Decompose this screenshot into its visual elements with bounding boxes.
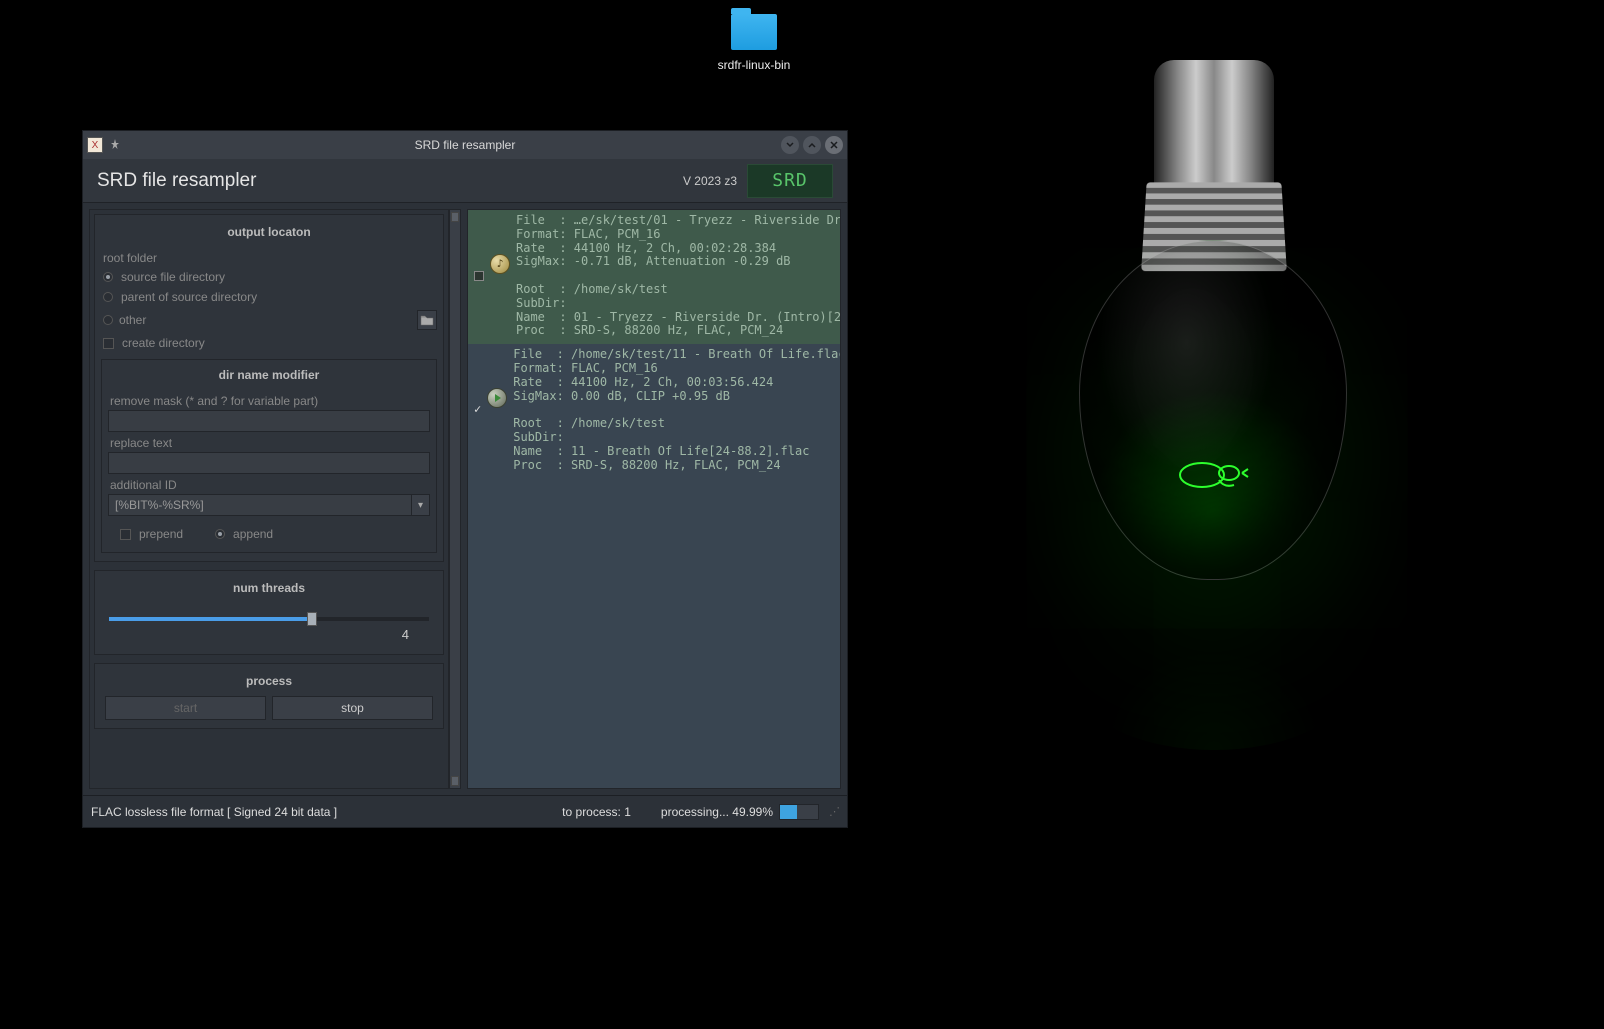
window-title: SRD file resampler [83, 138, 847, 152]
checkbox-prepend[interactable]: prepend [118, 524, 183, 544]
window-app-icon: X [87, 137, 103, 153]
window-titlebar[interactable]: X SRD file resampler [83, 131, 847, 159]
app-title: SRD file resampler [97, 170, 256, 192]
additional-id-dropdown-button[interactable]: ▾ [412, 494, 430, 516]
radio-source-file-directory[interactable]: source file directory [101, 267, 437, 287]
desktop-folder-label: srdfr-linux-bin [714, 58, 794, 72]
status-progress-bar [779, 804, 819, 820]
window-close-button[interactable] [825, 136, 843, 154]
status-bar: FLAC lossless file format [ Signed 24 bi… [83, 795, 847, 827]
radio-parent-of-source[interactable]: parent of source directory [101, 287, 437, 307]
radio-icon [103, 272, 113, 282]
app-logo: SRD [747, 164, 833, 198]
process-header: process [101, 670, 437, 696]
checkbox-icon [103, 338, 114, 349]
track-row[interactable]: ✓ File : /home/sk/test/11 - Breath Of Lif… [468, 344, 840, 478]
root-folder-label: root folder [101, 247, 437, 267]
desktop-folder-srdfr[interactable]: srdfr-linux-bin [714, 14, 794, 72]
status-to-process-value: 1 [624, 805, 631, 819]
play-icon [487, 388, 507, 408]
pin-icon[interactable] [109, 138, 121, 153]
track-text: File : …e/sk/test/01 - Tryezz - Riversid… [516, 214, 841, 338]
replace-text-label: replace text [108, 432, 430, 452]
replace-text-input[interactable] [108, 452, 430, 474]
num-threads-panel: num threads 4 [94, 570, 444, 655]
status-processing-label: processing... [661, 805, 729, 819]
output-location-header: output locaton [101, 221, 437, 247]
left-settings-panel: output locaton root folder source file d… [89, 209, 449, 789]
additional-id-input[interactable] [108, 494, 412, 516]
browse-folder-button[interactable] [417, 310, 437, 330]
radio-icon [215, 529, 225, 539]
status-processing-percent: 49.99% [732, 805, 773, 819]
start-button[interactable]: start [105, 696, 266, 720]
remove-mask-label: remove mask (* and ? for variable part) [108, 390, 430, 410]
dir-name-modifier-panel: dir name modifier remove mask (* and ? f… [101, 359, 437, 553]
track-text: File : /home/sk/test/11 - Breath Of Life… [513, 348, 841, 472]
threads-slider[interactable] [109, 617, 429, 621]
folder-icon [731, 14, 777, 50]
status-format-info: FLAC lossless file format [ Signed 24 bi… [91, 805, 337, 819]
process-panel: process start stop [94, 663, 444, 729]
track-checkmark-icon: ✓ [474, 348, 481, 472]
app-window: X SRD file resampler SRD file resampler … [82, 130, 848, 828]
output-location-panel: output locaton root folder source file d… [94, 214, 444, 562]
checkbox-create-directory[interactable]: create directory [101, 333, 437, 353]
app-version: V 2023 z3 [683, 174, 737, 188]
radio-icon [103, 315, 113, 325]
window-minimize-button[interactable] [781, 136, 799, 154]
additional-id-label: additional ID [108, 474, 430, 494]
left-panel-scrollbar[interactable] [449, 209, 461, 789]
status-to-process-label: to process: [562, 805, 621, 819]
remove-mask-input[interactable] [108, 410, 430, 432]
track-list: ♪ File : …e/sk/test/01 - Tryezz - Riversi… [467, 209, 841, 789]
radio-icon [103, 292, 113, 302]
threads-value: 4 [109, 627, 429, 642]
music-note-icon: ♪ [490, 254, 510, 274]
slider-thumb-icon[interactable] [307, 612, 317, 626]
resize-grip-icon[interactable]: ⋰ [829, 805, 839, 818]
num-threads-header: num threads [101, 577, 437, 603]
stop-button[interactable]: stop [272, 696, 433, 720]
radio-other[interactable]: other [101, 307, 437, 333]
app-header: SRD file resampler V 2023 z3 SRD [83, 159, 847, 203]
wallpaper-lightbulb [1044, 30, 1384, 790]
track-checkbox[interactable] [474, 214, 484, 338]
track-row[interactable]: ♪ File : …e/sk/test/01 - Tryezz - Riversi… [468, 210, 840, 344]
dir-name-modifier-header: dir name modifier [108, 364, 430, 390]
checkbox-icon [120, 529, 131, 540]
window-maximize-button[interactable] [803, 136, 821, 154]
radio-append[interactable]: append [213, 524, 273, 544]
